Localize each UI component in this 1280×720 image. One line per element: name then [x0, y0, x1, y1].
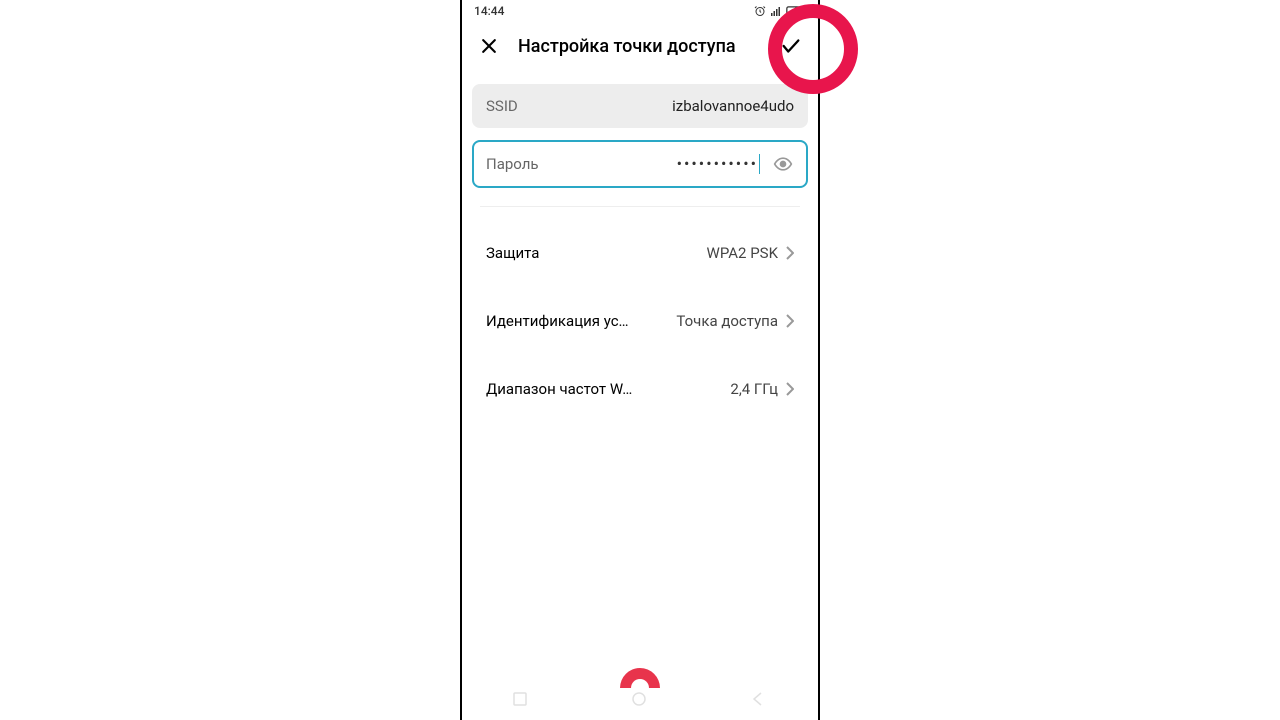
signal-icon [770, 5, 782, 17]
status-icons [754, 5, 806, 17]
chevron-right-icon [786, 246, 794, 260]
confirm-button[interactable] [780, 35, 802, 57]
frequency-band-label: Диапазон частот W… [486, 380, 632, 398]
nav-home[interactable] [631, 691, 649, 709]
chevron-right-icon [786, 382, 794, 396]
device-id-label: Идентификация ус… [486, 312, 629, 330]
ssid-label: SSID [486, 97, 518, 115]
nav-recent[interactable] [512, 691, 530, 709]
navigation-bar [462, 680, 818, 720]
chevron-right-icon [786, 314, 794, 328]
eye-icon [773, 154, 793, 174]
ssid-field[interactable]: SSID izbalovannoe4udo [472, 84, 808, 128]
password-input[interactable]: ••••••••••• [539, 154, 764, 175]
close-button[interactable] [478, 35, 500, 57]
password-field[interactable]: Пароль ••••••••••• [472, 140, 808, 188]
device-id-row[interactable]: Идентификация ус… Точка доступа [472, 287, 808, 355]
divider [480, 206, 800, 207]
password-label: Пароль [486, 155, 539, 173]
security-label: Защита [486, 244, 539, 262]
check-icon [780, 35, 802, 57]
ssid-value: izbalovannoe4udo [672, 97, 794, 115]
header: Настройка точки доступа [462, 22, 818, 70]
nav-back[interactable] [750, 691, 768, 709]
frequency-band-value: 2,4 ГГц [730, 380, 778, 398]
page-title: Настройка точки доступа [518, 36, 762, 57]
phone-screen: 14:44 Настройка точки доступа SSID izbal… [460, 0, 820, 720]
content: SSID izbalovannoe4udo Пароль •••••••••••… [462, 70, 818, 423]
security-value: WPA2 PSK [707, 244, 778, 262]
alarm-icon [754, 5, 766, 17]
toggle-password-visibility[interactable] [772, 153, 794, 175]
battery-icon [786, 6, 806, 16]
status-time: 14:44 [474, 4, 504, 18]
close-icon [479, 36, 499, 56]
security-row[interactable]: Защита WPA2 PSK [472, 219, 808, 287]
frequency-band-row[interactable]: Диапазон частот W… 2,4 ГГц [472, 355, 808, 423]
status-bar: 14:44 [462, 0, 818, 22]
device-id-value: Точка доступа [676, 312, 778, 330]
